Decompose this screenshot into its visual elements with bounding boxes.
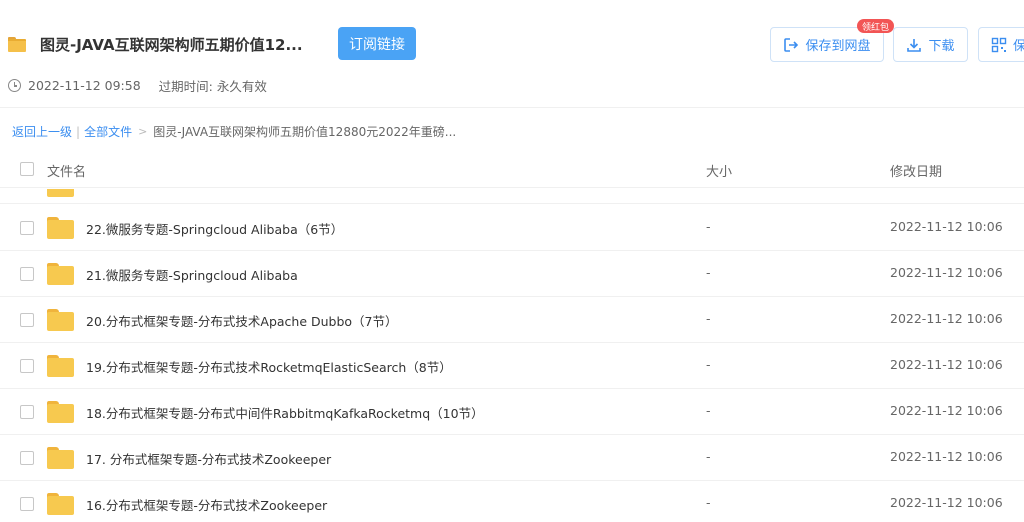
folder-icon (47, 189, 74, 197)
download-label: 下载 (928, 39, 955, 54)
file-size: - (706, 265, 711, 280)
file-date: 2022-11-12 10:06 (890, 265, 1003, 280)
row-checkbox[interactable] (20, 313, 34, 327)
file-name[interactable]: 20.分布式框架专题-分布式技术Apache Dubbo（7节） (86, 311, 398, 330)
column-header-size[interactable]: 大小 (706, 161, 732, 180)
table-row[interactable]: 18.分布式框架专题-分布式中间件RabbitmqKafkaRocketmq（1… (0, 389, 1024, 435)
column-header-date[interactable]: 修改日期 (890, 161, 942, 180)
row-checkbox[interactable] (20, 221, 34, 235)
folder-icon (47, 493, 74, 515)
share-title: 图灵-JAVA互联网架构师五期价值12... (40, 35, 303, 54)
expire-value: 永久有效 (216, 79, 267, 94)
file-size: - (706, 357, 711, 372)
table-row[interactable]: 22.微服务专题-Springcloud Alibaba（6节） - 2022-11… (0, 205, 1024, 251)
file-size: - (706, 219, 711, 234)
file-size: - (706, 403, 711, 418)
share-header: 图灵-JAVA互联网架构师五期价值12... 订阅链接 2022-11-12 0… (0, 0, 1024, 108)
row-checkbox[interactable] (20, 405, 34, 419)
share-meta: 2022-11-12 09:58 过期时间: 永久有效 (8, 76, 267, 95)
file-date: 2022-11-12 10:06 (890, 311, 1003, 326)
table-row[interactable]: 20.分布式框架专题-分布式技术Apache Dubbo（7节） - 2022-11… (0, 297, 1024, 343)
table-row[interactable]: 19.分布式框架专题-分布式技术RocketmqElasticSearch（8节… (0, 343, 1024, 389)
row-checkbox[interactable] (20, 451, 34, 465)
breadcrumb-current: 图灵-JAVA互联网架构师五期价值12880元2022年重磅... (153, 125, 457, 139)
file-name[interactable]: 22.微服务专题-Springcloud Alibaba（6节） (86, 219, 343, 238)
file-date: 2022-11-12 10:06 (890, 449, 1003, 464)
row-checkbox[interactable] (20, 267, 34, 281)
folder-icon (47, 447, 74, 469)
breadcrumb-separator: | (76, 124, 81, 139)
save-to-drive-label: 保存到网盘 (805, 39, 871, 54)
select-all-checkbox[interactable] (20, 162, 34, 176)
save-qrcode-button[interactable]: 保 (978, 27, 1024, 62)
file-date: 2022-11-12 10:06 (890, 219, 1003, 234)
file-table-header: 文件名 大小 修改日期 (0, 150, 1024, 188)
expire-label: 过期时间: (158, 79, 213, 94)
column-header-name[interactable]: 文件名 (47, 161, 86, 180)
table-row[interactable]: 21.微服务专题-Springcloud Alibaba - 2022-11-12 … (0, 251, 1024, 297)
breadcrumb: 返回上一级 | 全部文件 > 图灵-JAVA互联网架构师五期价值12880元20… (12, 123, 456, 140)
folder-icon (47, 309, 74, 331)
file-date: 2022-11-12 10:06 (890, 495, 1003, 510)
file-name[interactable]: 16.分布式框架专题-分布式技术Zookeeper (86, 495, 327, 514)
folder-icon (47, 263, 74, 285)
file-size: - (706, 449, 711, 464)
file-date: 2022-11-12 10:06 (890, 357, 1003, 372)
folder-icon (47, 401, 74, 423)
file-name[interactable]: 17. 分布式框架专题-分布式技术Zookeeper (86, 449, 331, 468)
row-checkbox[interactable] (20, 359, 34, 373)
download-icon (907, 38, 922, 52)
folder-icon (47, 217, 74, 239)
title-row: 图灵-JAVA互联网架构师五期价值12... (8, 27, 320, 61)
breadcrumb-back-link[interactable]: 返回上一级 (12, 123, 72, 140)
file-name[interactable]: 19.分布式框架专题-分布式技术RocketmqElasticSearch（8节… (86, 357, 452, 376)
save-to-drive-icon (784, 37, 799, 52)
redpack-badge[interactable]: 领红包 (857, 19, 895, 33)
table-row[interactable]: 17. 分布式框架专题-分布式技术Zookeeper - 2022-11-12 10… (0, 435, 1024, 481)
file-size: - (706, 495, 711, 510)
table-row-partial (0, 189, 1024, 204)
file-date: 2022-11-12 10:06 (890, 403, 1003, 418)
download-button[interactable]: 下载 (893, 27, 968, 62)
clock-icon (8, 79, 21, 92)
file-size: - (706, 311, 711, 326)
subscribe-link-button[interactable]: 订阅链接 (338, 27, 416, 60)
save-qrcode-label: 保 (1013, 39, 1024, 54)
qrcode-icon (991, 37, 1007, 52)
breadcrumb-chevron-icon: > (138, 125, 148, 138)
row-checkbox[interactable] (20, 497, 34, 511)
breadcrumb-all-files-link[interactable]: 全部文件 (84, 123, 132, 140)
created-time: 2022-11-12 09:58 (28, 78, 141, 93)
file-name[interactable]: 21.微服务专题-Springcloud Alibaba (86, 265, 298, 284)
table-row[interactable]: 16.分布式框架专题-分布式技术Zookeeper - 2022-11-12 10:… (0, 481, 1024, 522)
file-name[interactable]: 18.分布式框架专题-分布式中间件RabbitmqKafkaRocketmq（1… (86, 403, 484, 422)
folder-icon (47, 355, 74, 377)
folder-icon (8, 36, 26, 52)
